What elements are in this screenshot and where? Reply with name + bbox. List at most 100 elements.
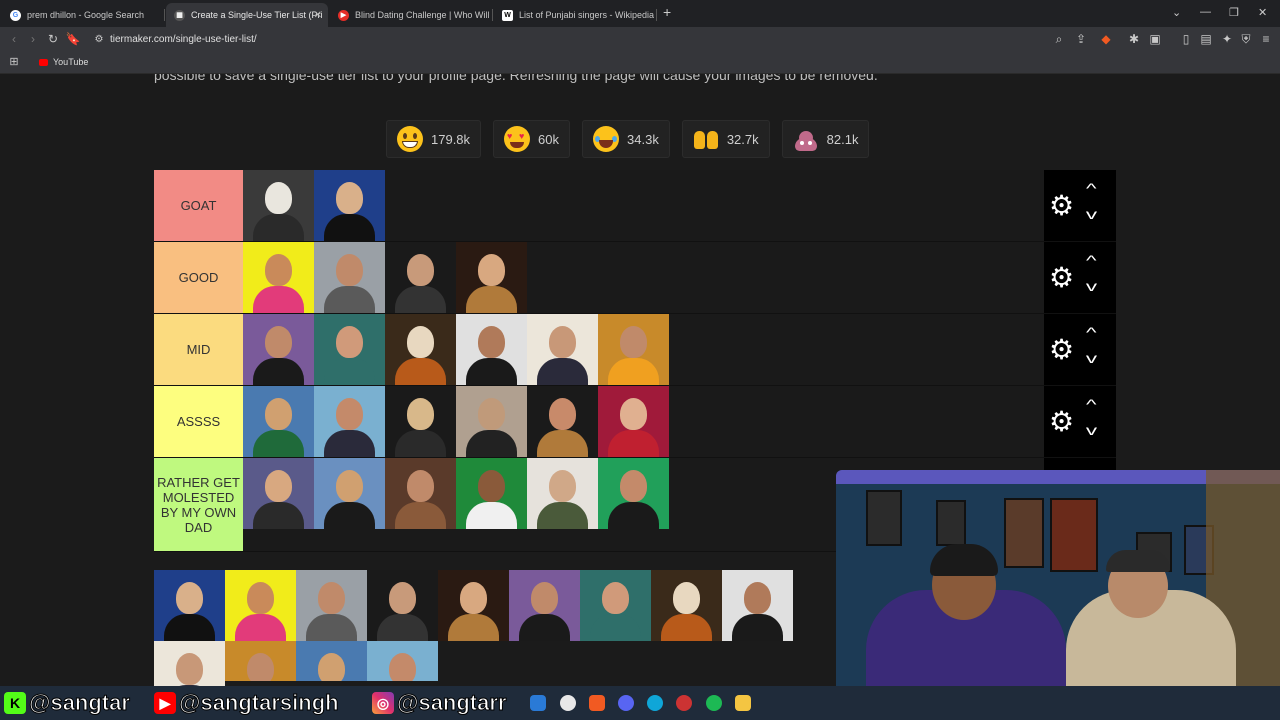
- artist-image[interactable]: [527, 386, 598, 457]
- tier-images[interactable]: [243, 170, 1044, 241]
- tier-label[interactable]: RATHER GET MOLESTED BY MY OWN DAD: [154, 458, 243, 551]
- bookmark-youtube[interactable]: YouTube: [39, 57, 88, 67]
- artist-image[interactable]: [580, 570, 651, 641]
- restore-icon[interactable]: ❐: [1229, 6, 1239, 19]
- artist-image[interactable]: [296, 641, 367, 681]
- sidebar-icon[interactable]: ▯: [1178, 32, 1194, 46]
- artist-image[interactable]: [154, 570, 225, 641]
- artist-image[interactable]: [243, 170, 314, 241]
- reaction-grin[interactable]: 179.8k: [386, 120, 482, 158]
- artist-image[interactable]: [456, 314, 527, 385]
- artist-image[interactable]: [385, 314, 456, 385]
- tier-label[interactable]: ASSSS: [154, 386, 243, 457]
- tab-wikipedia[interactable]: W List of Punjabi singers - Wikipedia: [494, 3, 654, 27]
- artist-image[interactable]: [314, 242, 385, 313]
- back-icon[interactable]: ‹: [6, 32, 22, 46]
- artist-image[interactable]: [509, 570, 580, 641]
- artist-image[interactable]: [438, 570, 509, 641]
- minimize-icon[interactable]: —: [1200, 6, 1211, 18]
- unranked-image-pool[interactable]: [154, 570, 838, 686]
- gear-icon[interactable]: ⚙: [1049, 192, 1074, 220]
- artist-image[interactable]: [296, 570, 367, 641]
- reload-icon[interactable]: ↻: [45, 32, 61, 46]
- artist-image[interactable]: [225, 570, 296, 641]
- artist-image[interactable]: [385, 386, 456, 457]
- artist-image[interactable]: [314, 314, 385, 385]
- tab-search-icon[interactable]: ⌄: [1172, 6, 1181, 19]
- spotify-icon[interactable]: [706, 695, 722, 711]
- artist-image[interactable]: [722, 570, 793, 641]
- artist-image[interactable]: [367, 641, 438, 681]
- reaction-laughing[interactable]: 34.3k: [582, 120, 670, 158]
- new-tab-icon[interactable]: +: [663, 4, 671, 20]
- reaction-heart-eyes[interactable]: ♥ ♥ 60k: [493, 120, 571, 158]
- tab-google-search[interactable]: G prem dhillon - Google Search: [2, 3, 162, 27]
- artist-image[interactable]: [527, 458, 598, 529]
- move-up-icon[interactable]: ^: [1086, 324, 1097, 340]
- obs-icon[interactable]: [676, 695, 692, 711]
- apps-grid-icon[interactable]: ⊞: [6, 55, 22, 68]
- vpn-icon[interactable]: ⛨: [1238, 32, 1254, 47]
- site-info-icon[interactable]: ⚙: [91, 34, 107, 45]
- move-down-icon[interactable]: v: [1086, 278, 1097, 294]
- windows-start-icon[interactable]: [530, 695, 546, 711]
- gear-icon[interactable]: ⚙: [1049, 264, 1074, 292]
- artist-image[interactable]: [225, 641, 296, 681]
- share-icon[interactable]: ⇪: [1073, 32, 1089, 46]
- brave-shield-icon[interactable]: ◆: [1098, 32, 1114, 46]
- artist-image[interactable]: [385, 242, 456, 313]
- leo-icon[interactable]: ▤: [1198, 32, 1214, 46]
- move-up-icon[interactable]: ^: [1086, 396, 1097, 412]
- artist-image[interactable]: [314, 386, 385, 457]
- menu-icon[interactable]: ≡: [1258, 32, 1274, 46]
- tier-label[interactable]: GOAT: [154, 170, 243, 241]
- artist-image[interactable]: [243, 386, 314, 457]
- artist-image[interactable]: [243, 314, 314, 385]
- artist-image[interactable]: [527, 314, 598, 385]
- tier-images[interactable]: [243, 386, 1044, 457]
- artist-image[interactable]: [598, 386, 669, 457]
- artist-image[interactable]: [651, 570, 722, 641]
- move-up-icon[interactable]: ^: [1086, 252, 1097, 268]
- tier-images[interactable]: [243, 242, 1044, 313]
- address-bar[interactable]: tiermaker.com/single-use-tier-list/: [110, 34, 257, 45]
- artist-image[interactable]: [456, 242, 527, 313]
- file-explorer-icon[interactable]: [735, 695, 751, 711]
- extensions-icon[interactable]: ✱: [1126, 32, 1142, 46]
- tier-label[interactable]: GOOD: [154, 242, 243, 313]
- move-down-icon[interactable]: v: [1086, 350, 1097, 366]
- tab-tiermaker[interactable]: ▦ Create a Single-Use Tier List (Pri ✕: [166, 3, 328, 27]
- zoom-icon[interactable]: ⌕: [1051, 32, 1067, 47]
- artist-image[interactable]: [367, 570, 438, 641]
- move-down-icon[interactable]: v: [1086, 422, 1097, 438]
- move-down-icon[interactable]: v: [1086, 206, 1097, 222]
- discord-icon[interactable]: [618, 695, 634, 711]
- artist-image[interactable]: [598, 314, 669, 385]
- artist-image[interactable]: [456, 458, 527, 529]
- edge-icon[interactable]: [647, 695, 663, 711]
- brave-icon[interactable]: [589, 695, 605, 711]
- tier-images[interactable]: [243, 314, 1044, 385]
- gear-icon[interactable]: ⚙: [1049, 336, 1074, 364]
- artist-image[interactable]: [456, 386, 527, 457]
- gear-icon[interactable]: ⚙: [1049, 408, 1074, 436]
- artist-image[interactable]: [243, 458, 314, 529]
- tab-youtube-video[interactable]: ▶ Blind Dating Challenge | Who Will Ki: [330, 3, 490, 27]
- artist-image[interactable]: [154, 641, 225, 686]
- artist-image[interactable]: [385, 458, 456, 529]
- reaction-raised-hands[interactable]: 32.7k: [681, 120, 770, 158]
- reaction-poop[interactable]: 82.1k: [781, 120, 870, 158]
- sparkle-icon[interactable]: ✦: [1219, 32, 1235, 46]
- forward-icon[interactable]: ›: [25, 32, 41, 46]
- artist-image[interactable]: [598, 458, 669, 529]
- wallet-icon[interactable]: ▣: [1147, 32, 1163, 46]
- tier-label[interactable]: MID: [154, 314, 243, 385]
- bookmark-icon[interactable]: 🔖: [65, 32, 81, 46]
- artist-image[interactable]: [314, 170, 385, 241]
- close-tab-icon[interactable]: ✕: [314, 10, 322, 21]
- chrome-icon[interactable]: [560, 695, 576, 711]
- artist-image[interactable]: [243, 242, 314, 313]
- artist-image[interactable]: [314, 458, 385, 529]
- close-window-icon[interactable]: ✕: [1258, 6, 1267, 19]
- move-up-icon[interactable]: ^: [1086, 180, 1097, 196]
